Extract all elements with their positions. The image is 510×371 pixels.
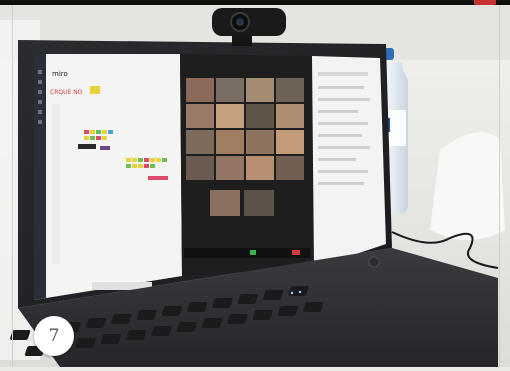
step-number-badge: 7	[34, 316, 74, 356]
photo-frame-edge	[12, 5, 500, 367]
step-number: 7	[48, 326, 60, 346]
